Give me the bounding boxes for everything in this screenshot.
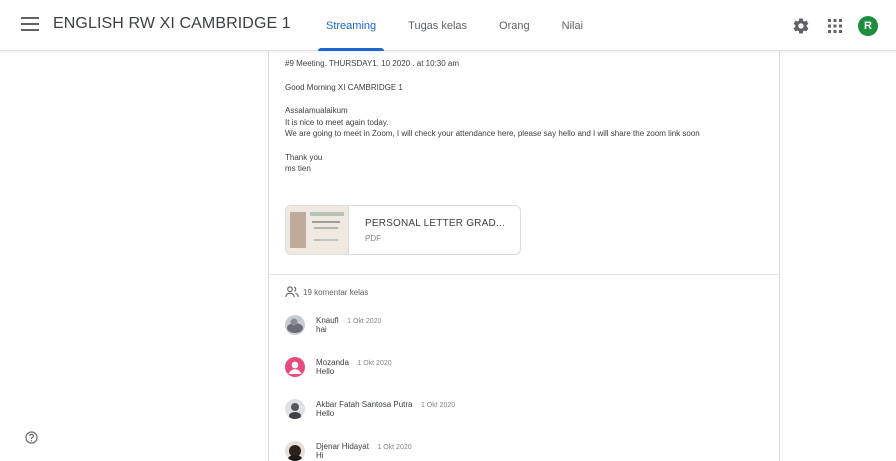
comment-author[interactable]: Mozanda	[316, 358, 349, 367]
avatar[interactable]	[285, 315, 305, 335]
comment-author[interactable]: Akbar Fatah Santosa Putra	[316, 400, 413, 409]
attachment-thumbnail	[286, 206, 349, 254]
comments-count: 19 komentar kelas	[303, 287, 369, 297]
post-line-thanks: Thank you	[285, 152, 323, 162]
post-line-signature: ms tien	[285, 164, 311, 173]
top-app-bar: ENGLISH RW XI CAMBRIDGE 1 Streaming Tuga…	[0, 0, 896, 51]
tab-nilai[interactable]: Nilai	[546, 0, 599, 51]
comment-author[interactable]: Djenar Hidayat	[316, 442, 369, 451]
attachment-info: PERSONAL LETTER GRAD... PDF	[349, 206, 505, 254]
menu-icon[interactable]	[21, 17, 39, 31]
help-icon[interactable]	[25, 431, 38, 444]
tab-tugas-kelas[interactable]: Tugas kelas	[392, 0, 483, 51]
avatar[interactable]	[285, 399, 305, 419]
class-comments-toggle[interactable]: 19 komentar kelas	[285, 286, 368, 298]
gear-icon[interactable]	[792, 17, 810, 35]
apps-grid-icon[interactable]	[828, 19, 842, 33]
tab-streaming[interactable]: Streaming	[310, 0, 392, 51]
comment-text: Hi	[316, 451, 324, 460]
class-title[interactable]: ENGLISH RW XI CAMBRIDGE 1	[53, 15, 291, 33]
avatar[interactable]	[285, 441, 305, 461]
avatar[interactable]	[285, 357, 305, 377]
attachment-card[interactable]: PERSONAL LETTER GRAD... PDF	[285, 205, 521, 255]
user-avatar[interactable]: R	[858, 16, 878, 36]
tab-orang[interactable]: Orang	[483, 0, 546, 51]
attachment-title: PERSONAL LETTER GRAD...	[365, 218, 505, 229]
people-icon	[285, 286, 299, 298]
comment-date: 1 Okt 2020	[420, 402, 456, 409]
post-line-heading: #9 Meeting. THURSDAY1. 10 2020 . at 10:3…	[285, 59, 460, 68]
comment-text: hai	[316, 325, 327, 334]
post-line-greeting: Good Morning XI CAMBRIDGE 1	[285, 82, 403, 92]
post-line-nice: It is nice to meet again today.	[285, 117, 389, 127]
comment-author[interactable]: Knaufl	[316, 316, 339, 325]
comment-text: Hello	[316, 367, 335, 376]
comment-text: Hello	[316, 409, 335, 418]
comment-date: 1 Okt 2020	[357, 360, 392, 367]
post-body: #9 Meeting. THURSDAY1. 10 2020 . at 10:3…	[285, 58, 765, 175]
divider	[269, 274, 779, 275]
stream-post-card: #9 Meeting. THURSDAY1. 10 2020 . at 10:3…	[268, 48, 780, 461]
post-line-zoom: We are going to meet in Zoom, I will che…	[285, 129, 700, 138]
class-tabs: Streaming Tugas kelas Orang Nilai	[310, 0, 599, 51]
attachment-type: PDF	[365, 234, 381, 243]
post-line-salam: Assalamualaikum	[285, 106, 348, 115]
comment-date: 1 Okt 2020	[377, 444, 412, 451]
comment-date: 1 Okt 2020	[347, 318, 382, 325]
